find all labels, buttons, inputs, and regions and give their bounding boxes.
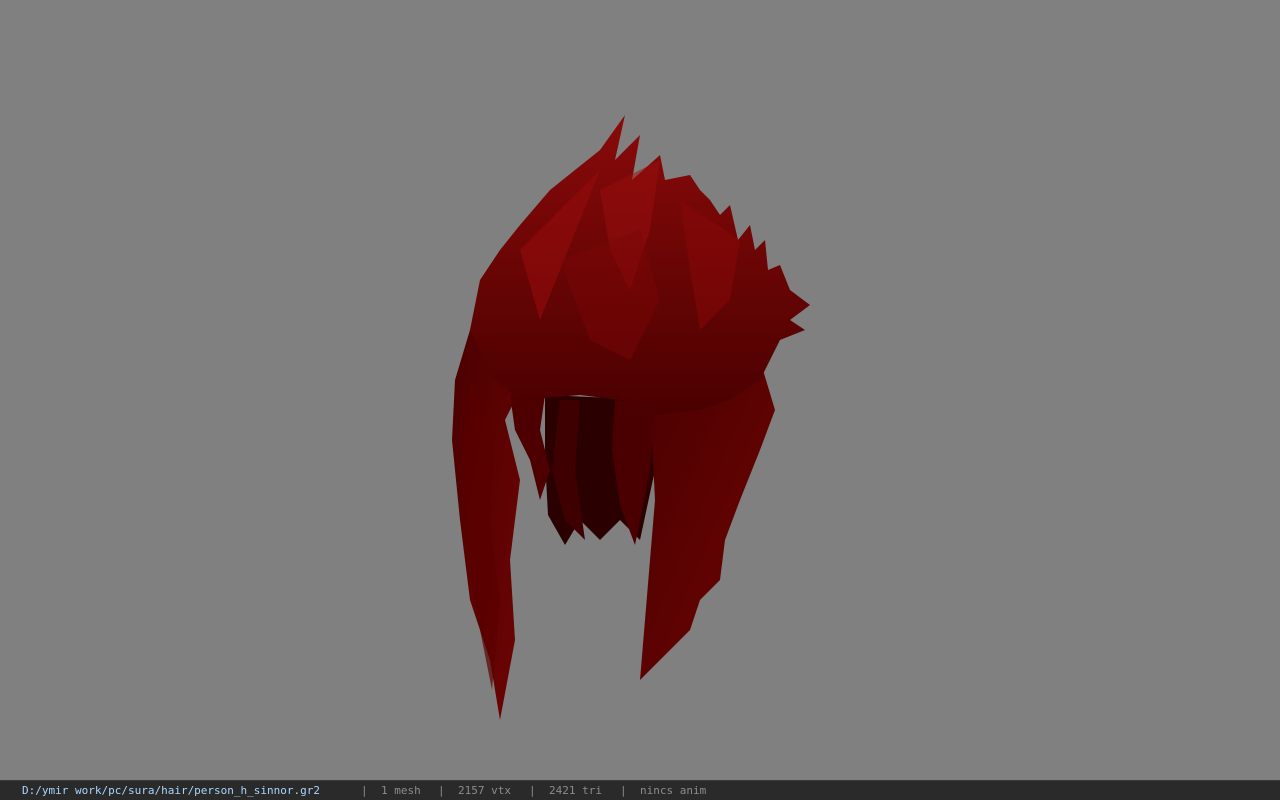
anim-status: nincs anim xyxy=(640,784,707,797)
status-separator: | xyxy=(529,784,536,797)
file-path: D:/ymir work/pc/sura/hair/person_h_sinno… xyxy=(22,784,321,797)
status-separator: | xyxy=(620,784,627,797)
vertex-count: 2157 vtx xyxy=(458,784,511,797)
hair-mesh-model[interactable] xyxy=(0,0,1280,780)
status-separator: | xyxy=(361,784,368,797)
status-separator: | xyxy=(438,784,445,797)
status-bar: D:/ymir work/pc/sura/hair/person_h_sinno… xyxy=(0,780,1280,800)
triangle-count: 2421 tri xyxy=(549,784,602,797)
mesh-count: 1 mesh xyxy=(381,784,421,797)
3d-viewport[interactable] xyxy=(0,0,1280,780)
